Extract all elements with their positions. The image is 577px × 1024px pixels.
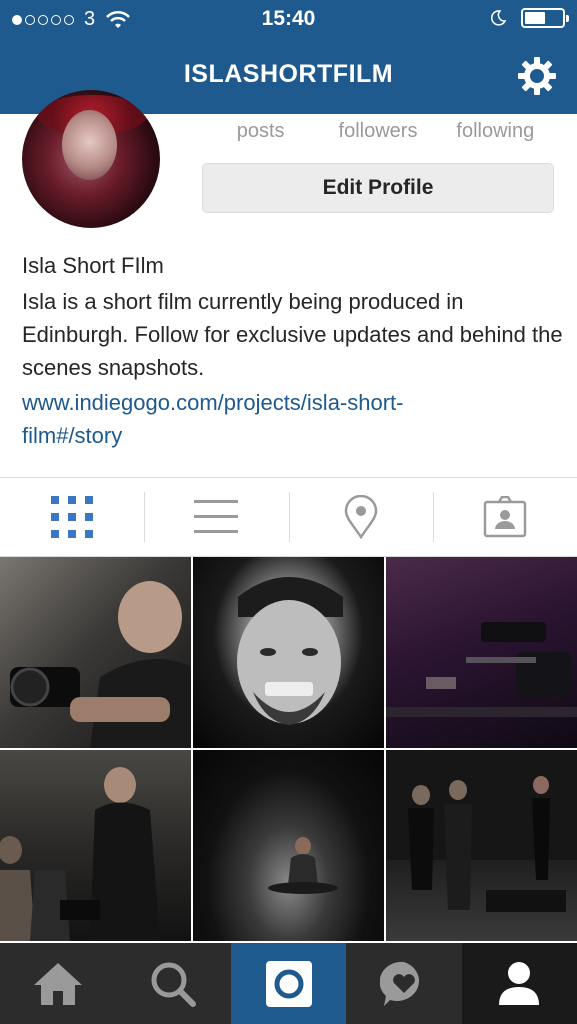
list-view-icon	[194, 500, 239, 533]
profile-display-name: Isla Short FIlm	[22, 253, 164, 278]
profile-bio-text: Isla is a short film currently being pro…	[22, 289, 563, 380]
tab-tagged[interactable]	[432, 478, 577, 556]
nav-home[interactable]	[0, 943, 115, 1024]
stat-followers-label[interactable]: followers	[319, 120, 436, 143]
avatar-face	[62, 110, 117, 180]
profile-username-title: ISLASHORTFILM	[183, 60, 394, 88]
photo-cameraman-art	[10, 581, 191, 748]
nav-profile[interactable]	[461, 943, 577, 1024]
stat-following-label[interactable]: following	[437, 120, 554, 143]
status-bar: 3 15:40	[0, 0, 577, 38]
location-pin-icon	[344, 495, 377, 539]
grid-view-icon	[51, 496, 94, 538]
photo-actress-art	[268, 837, 338, 894]
profile-view-tabs	[0, 478, 577, 556]
bottom-navigation	[0, 943, 577, 1024]
edit-profile-button[interactable]: Edit Profile	[202, 163, 554, 213]
camera-icon	[265, 960, 312, 1007]
nav-search[interactable]	[115, 943, 230, 1024]
photo-crew-on-set[interactable]	[0, 750, 191, 941]
profile-avatar[interactable]	[22, 90, 160, 228]
photo-grid	[0, 557, 577, 941]
photo-portrait-art	[237, 577, 343, 725]
photo-camera-on-slider[interactable]	[386, 557, 577, 748]
profile-link-line-2[interactable]: film#/story	[22, 419, 567, 452]
profile-link-line-1[interactable]: www.indiegogo.com/projects/isla-short-	[22, 386, 567, 419]
photo-rehearsal-art	[386, 750, 577, 912]
battery-icon	[521, 8, 569, 28]
tab-grid-view[interactable]	[0, 478, 144, 556]
tagged-photos-icon	[483, 496, 527, 538]
tab-list-view[interactable]	[144, 478, 288, 556]
photo-actress-on-floor[interactable]	[193, 750, 384, 941]
home-icon	[33, 962, 82, 1005]
photo-slider-art	[386, 622, 577, 717]
nav-camera[interactable]	[230, 943, 347, 1024]
stat-posts-label[interactable]: posts	[202, 120, 319, 143]
profile-bio: Isla Short FIlm Isla is a short film cur…	[22, 253, 567, 452]
moon-icon	[490, 10, 507, 26]
photo-actors-rehearsing[interactable]	[386, 750, 577, 941]
search-icon	[151, 962, 197, 1007]
tab-location[interactable]	[288, 478, 433, 556]
photo-grinning-man-portrait[interactable]	[193, 557, 384, 748]
settings-gear-icon[interactable]	[517, 56, 557, 96]
photo-cameraman-with-rig[interactable]	[0, 557, 191, 748]
nav-activity[interactable]	[346, 943, 461, 1024]
profile-icon	[499, 961, 540, 1005]
activity-heart-icon	[379, 961, 419, 1006]
profile-stats: posts followers following	[202, 120, 554, 143]
photo-crew-art	[0, 767, 160, 941]
profile-website-link[interactable]: www.indiegogo.com/projects/isla-short- f…	[22, 386, 567, 452]
